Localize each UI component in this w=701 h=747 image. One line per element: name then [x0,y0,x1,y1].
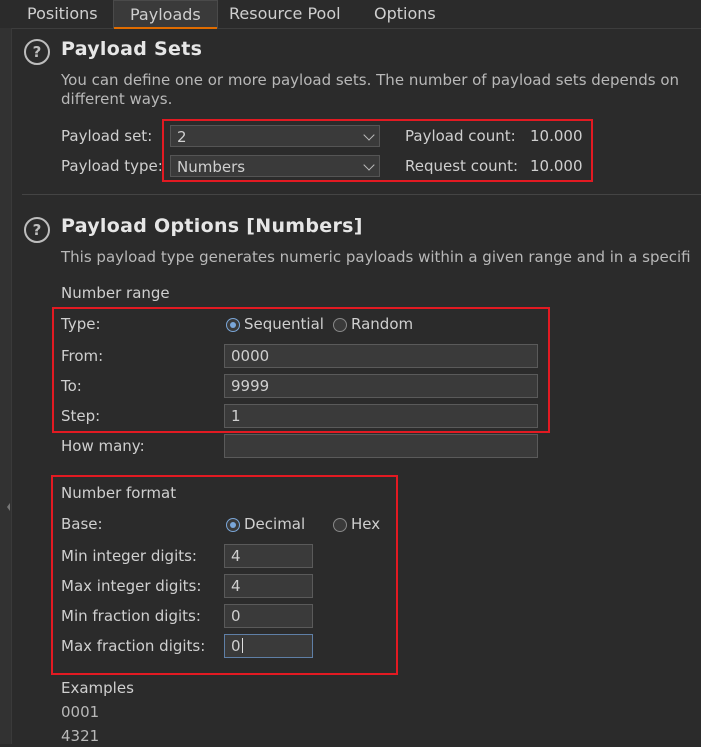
how-many-input[interactable] [224,434,538,458]
payload-sets-title: Payload Sets [61,38,203,60]
payload-set-label: Payload set: [61,127,153,145]
tab-options[interactable]: Options [363,0,447,27]
payload-sets-description-line2: different ways. [61,90,173,108]
tab-resource-pool[interactable]: Resource Pool [218,0,352,27]
help-icon[interactable]: ? [24,39,50,65]
highlight-box-number-range [52,307,550,433]
payload-options-description: This payload type generates numeric payl… [61,248,691,266]
collapse-arrow-icon[interactable] [7,503,10,513]
highlight-box-payload-sets [162,119,593,182]
payload-sets-description-line1: You can define one or more payload sets.… [61,71,680,89]
tab-bar: Positions Payloads Resource Pool Options [0,0,701,29]
help-icon[interactable]: ? [24,217,50,243]
section-divider [22,194,701,195]
payload-options-title: Payload Options [Numbers] [61,215,363,237]
examples-heading: Examples [61,679,134,697]
side-splitter[interactable] [0,28,12,744]
tab-payloads[interactable]: Payloads [113,0,218,29]
highlight-box-number-format [51,475,398,675]
how-many-label: How many: [61,437,145,455]
payload-type-label: Payload type: [61,157,163,175]
number-range-heading: Number range [61,284,170,302]
example-value: 0001 [61,703,100,721]
tab-positions[interactable]: Positions [16,0,109,27]
